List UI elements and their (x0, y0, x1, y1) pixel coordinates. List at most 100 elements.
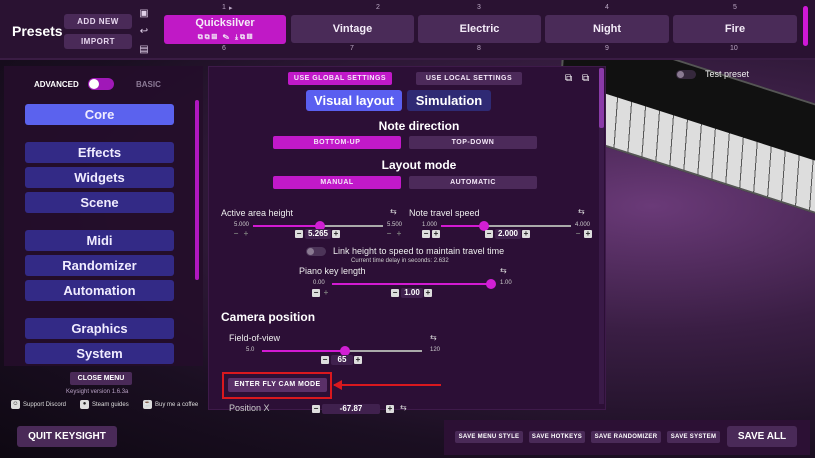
decrement-icon: − (233, 229, 239, 238)
support-discord-link[interactable]: ☺ Support Discord (11, 400, 66, 409)
nav-system[interactable]: System (25, 343, 174, 364)
save-menu-style-button[interactable]: SAVE MENU STYLE (455, 431, 523, 443)
import-preset-button[interactable]: IMPORT (64, 34, 132, 49)
increment-icon[interactable]: + (432, 230, 440, 238)
preset-slot-electric[interactable]: Electric (418, 15, 541, 43)
undo-icon[interactable]: ↩ (137, 26, 151, 38)
note-direction-title: Note direction (378, 119, 460, 133)
travel-speed-decrement[interactable]: − (485, 230, 493, 238)
piano-key-slider[interactable] (332, 283, 492, 285)
copy-icon[interactable]: ⧉ (565, 73, 572, 84)
preset-slot-night[interactable]: Night (545, 15, 669, 43)
preset-slot-vintage[interactable]: Vintage (291, 15, 414, 43)
position-x-value[interactable]: -67.87 (322, 404, 380, 414)
nav-graphics[interactable]: Graphics (25, 318, 174, 339)
save-randomizer-button[interactable]: SAVE RANDOMIZER (591, 431, 661, 443)
reset-icon[interactable]: ⇆ (400, 403, 407, 412)
panel-scrollbar[interactable] (599, 68, 604, 404)
presets-scrollbar[interactable] (803, 6, 808, 46)
use-local-settings-button[interactable]: USE LOCAL SETTINGS (416, 72, 522, 85)
save-hotkeys-button[interactable]: SAVE HOTKEYS (529, 431, 585, 443)
reset-icon[interactable]: ⇆ (390, 207, 397, 216)
nav-midi[interactable]: Midi (25, 230, 174, 251)
slot-number: 5 (733, 4, 737, 11)
slot-number: 3 (477, 4, 481, 11)
steam-guides-label: Steam guides (92, 401, 129, 408)
reset-icon[interactable]: ⇆ (430, 333, 437, 342)
tab-visual-layout[interactable]: Visual layout (306, 90, 402, 111)
decrement-icon[interactable]: − (422, 230, 430, 238)
fov-decrement[interactable]: − (321, 356, 329, 364)
tab-simulation[interactable]: Simulation (407, 90, 491, 111)
nav-randomizer[interactable]: Randomizer (25, 255, 174, 276)
folder-icon[interactable]: ▣ (137, 8, 151, 20)
save-system-button[interactable]: SAVE SYSTEM (667, 431, 720, 443)
bottom-up-button[interactable]: BOTTOM-UP (273, 136, 401, 149)
manual-button[interactable]: MANUAL (273, 176, 401, 189)
fov-increment[interactable]: + (354, 356, 362, 364)
nav-widgets[interactable]: Widgets (25, 167, 174, 188)
decrement-icon: − (575, 229, 581, 238)
piano-key-thumb[interactable] (486, 279, 496, 289)
nav-scene[interactable]: Scene (25, 192, 174, 213)
preset-action-icons[interactable]: ⧉ ⧉ ▤ ✎ ⤓ ⧉ ▥ (164, 33, 286, 42)
paste-icon[interactable]: ⧉ (582, 73, 589, 84)
enter-fly-cam-button[interactable]: ENTER FLY CAM MODE (228, 378, 327, 392)
use-global-settings-button[interactable]: USE GLOBAL SETTINGS (288, 72, 392, 85)
active-area-value[interactable]: 5.265 (305, 229, 331, 239)
version-text: Keysight version 1.6.3a (66, 389, 129, 395)
sidebar-scrollbar[interactable] (195, 100, 199, 280)
fov-label: Field-of-view (229, 333, 281, 343)
slider-fill (262, 350, 346, 352)
travel-speed-value[interactable]: 2.000 (495, 229, 521, 239)
active-area-min: 5.000 (234, 222, 250, 228)
decrement-icon: − (386, 229, 392, 238)
slider-fill (441, 225, 484, 227)
slot-number: 1 (222, 4, 226, 11)
piano-key-increment[interactable]: + (424, 289, 432, 297)
reset-icon[interactable]: ⇆ (500, 266, 507, 275)
active-area-max: 5.500 (387, 222, 403, 228)
piano-key-max: 1.00 (500, 280, 512, 286)
piano-key-value[interactable]: 1.00 (401, 288, 423, 298)
save-all-button[interactable]: SAVE ALL (727, 426, 797, 447)
nav-effects[interactable]: Effects (25, 142, 174, 163)
position-x-decrement[interactable]: − (312, 405, 320, 413)
fov-min: 5.0 (246, 347, 255, 353)
buy-coffee-label: Buy me a coffee (155, 401, 199, 408)
preset-slot-fire[interactable]: Fire (673, 15, 797, 43)
add-new-preset-button[interactable]: ADD NEW (64, 14, 132, 29)
position-x-increment[interactable]: + (386, 405, 394, 413)
top-down-button[interactable]: TOP-DOWN (409, 136, 537, 149)
automatic-button[interactable]: AUTOMATIC (409, 176, 537, 189)
reset-icon[interactable]: ⇆ (578, 207, 585, 216)
active-area-increment[interactable]: + (332, 230, 340, 238)
support-discord-label: Support Discord (23, 401, 67, 408)
travel-speed-slider[interactable] (441, 225, 571, 227)
presets-title: Presets (12, 23, 63, 39)
quit-button[interactable]: QUIT KEYSIGHT (17, 426, 117, 447)
slot-number: 4 (605, 4, 609, 11)
close-menu-button[interactable]: CLOSE MENU (70, 372, 132, 385)
fov-value[interactable]: 65 (331, 355, 353, 365)
piano-key-decrement[interactable]: − (391, 289, 399, 297)
travel-speed-increment[interactable]: + (522, 230, 530, 238)
nav-automation[interactable]: Automation (25, 280, 174, 301)
discord-icon: ☺ (11, 400, 20, 409)
active-area-decrement[interactable]: − (295, 230, 303, 238)
advanced-basic-toggle[interactable] (88, 78, 114, 90)
preset-slot-quicksilver[interactable]: Quicksilver ⧉ ⧉ ▤ ✎ ⤓ ⧉ ▥ (164, 15, 286, 44)
steam-guides-link[interactable]: ● Steam guides (80, 400, 129, 409)
increment-icon: + (243, 229, 249, 238)
link-height-toggle[interactable] (306, 247, 326, 256)
camera-position-title: Camera position (221, 310, 316, 324)
decrement-icon[interactable]: − (312, 289, 320, 297)
nav-core[interactable]: Core (25, 104, 174, 125)
slot-number: 10 (730, 45, 738, 52)
increment-icon[interactable]: + (584, 230, 592, 238)
buy-coffee-link[interactable]: ☕ Buy me a coffee (143, 400, 198, 409)
test-preset-toggle[interactable] (676, 70, 696, 79)
advanced-label: ADVANCED (34, 80, 79, 89)
steam-icon: ● (80, 400, 89, 409)
save-icon[interactable]: ▤ (137, 44, 151, 56)
